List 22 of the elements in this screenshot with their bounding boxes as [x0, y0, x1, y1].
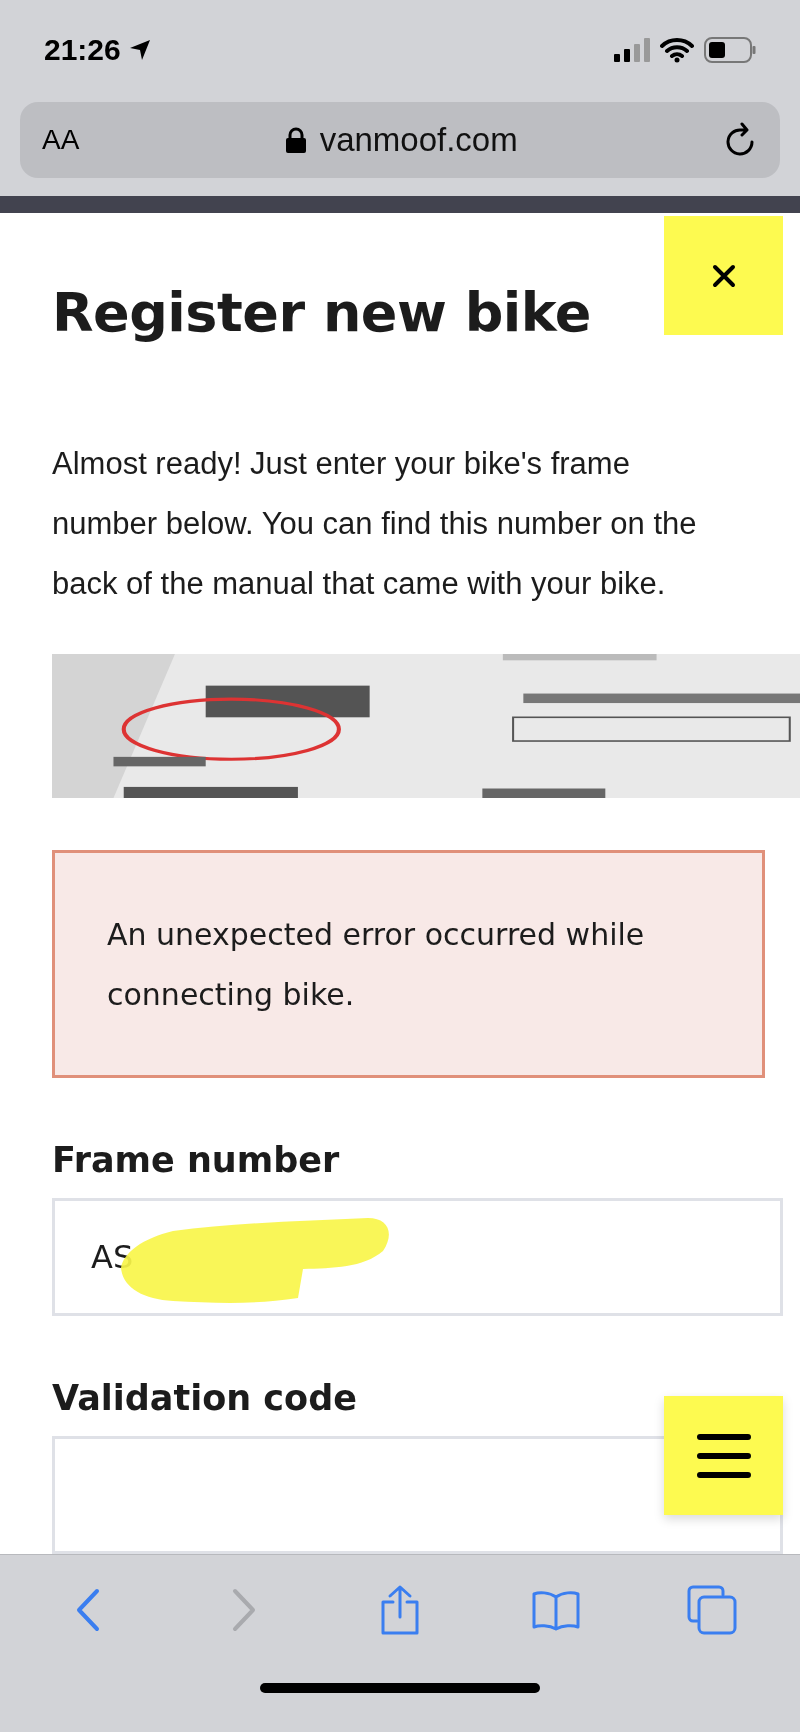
error-message: An unexpected error occurred while connecting bike. [52, 850, 765, 1078]
menu-icon [695, 1432, 752, 1479]
text-size-button[interactable]: AA [42, 124, 80, 156]
page-title: Register new bike [52, 281, 592, 344]
url-text: vanmoof.com [319, 121, 518, 159]
lock-icon [285, 127, 306, 153]
wifi-icon [660, 37, 694, 63]
share-icon [379, 1584, 421, 1636]
menu-button[interactable] [664, 1396, 783, 1515]
location-icon [128, 39, 151, 61]
tabs-icon [687, 1585, 737, 1635]
signal-icon [614, 38, 650, 62]
back-icon [75, 1588, 101, 1632]
field-label: Validation code [52, 1378, 358, 1418]
forward-icon [231, 1588, 257, 1632]
address-bar[interactable]: AA vanmoof.com [20, 102, 780, 178]
status-time: 21:26 [44, 33, 151, 67]
intro-text: Almost ready! Just enter your bike's frame number below. You can find this number on the back of the manual that came with your bike. [52, 445, 698, 603]
close-icon [711, 263, 736, 288]
battery-icon [704, 37, 756, 63]
field-label: Frame number [52, 1140, 341, 1180]
book-icon [531, 1589, 581, 1631]
